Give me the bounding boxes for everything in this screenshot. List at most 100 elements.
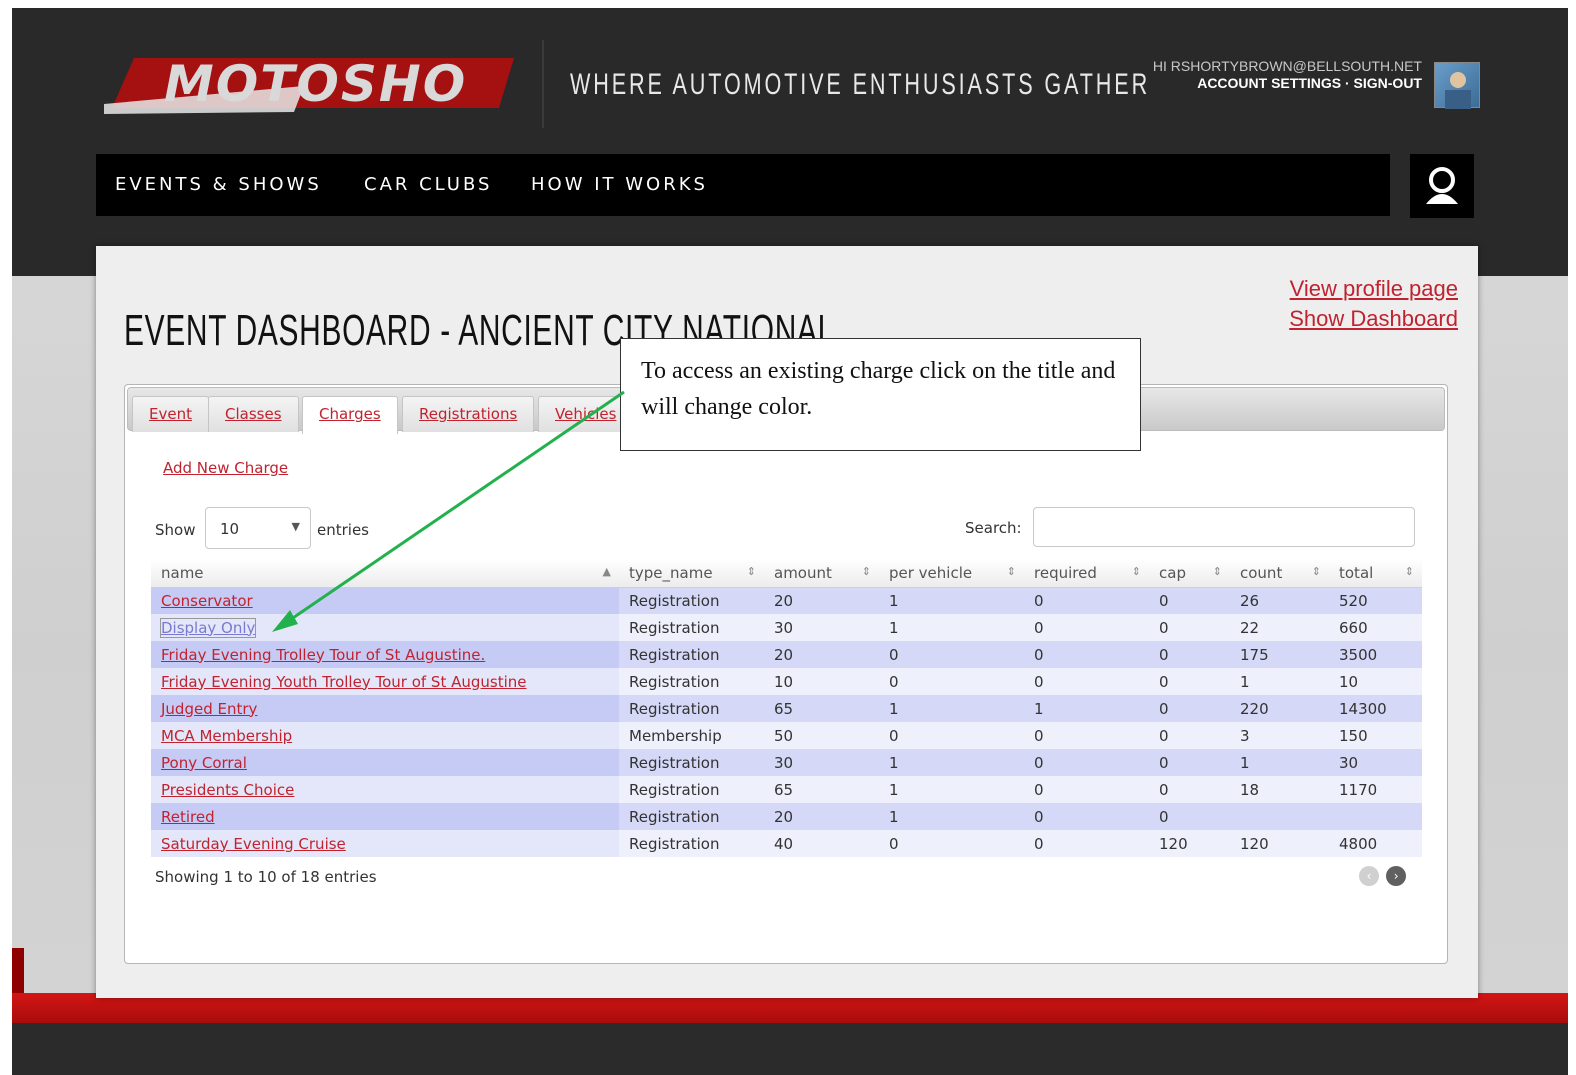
required-cell: 0	[1024, 641, 1149, 668]
required-cell: 0	[1024, 587, 1149, 614]
charge-name-cell: Friday Evening Youth Trolley Tour of St …	[151, 668, 619, 695]
col-total-label: total	[1339, 563, 1374, 582]
per-vehicle-cell: 0	[879, 830, 1024, 857]
type-name-cell: Registration	[619, 830, 764, 857]
amount-cell: 20	[764, 641, 879, 668]
col-amount-label: amount	[774, 563, 832, 582]
charge-name-link[interactable]: Friday Evening Trolley Tour of St August…	[161, 646, 485, 664]
account-menu: HI RSHORTYBROWN@BELLSOUTH.NET ACCOUNT SE…	[1072, 58, 1422, 92]
cap-cell: 0	[1149, 803, 1230, 830]
count-cell: 120	[1230, 830, 1329, 857]
tab-charges[interactable]: Charges	[302, 396, 398, 434]
count-cell: 1	[1230, 749, 1329, 776]
cap-cell: 0	[1149, 695, 1230, 722]
col-name-label: name	[161, 563, 204, 582]
col-type-name-label: type_name	[629, 563, 713, 582]
count-cell: 18	[1230, 776, 1329, 803]
charge-name-link[interactable]: Retired	[161, 808, 215, 826]
total-cell: 520	[1329, 587, 1422, 614]
per-vehicle-cell: 1	[879, 776, 1024, 803]
col-name[interactable]: name ▲	[151, 559, 619, 588]
tab-classes[interactable]: Classes	[208, 396, 299, 432]
entries-select-value: 10	[220, 520, 240, 538]
charge-name-cell: Presidents Choice	[151, 776, 619, 803]
user-photo-icon	[1445, 72, 1471, 109]
previous-page-icon[interactable]: ‹	[1359, 866, 1379, 886]
sort-icon: ⇕	[1212, 565, 1222, 578]
cap-cell: 0	[1149, 749, 1230, 776]
table-row: MCA Membership Membership 50 0 0 0 3 150	[151, 722, 1422, 749]
table-info: Showing 1 to 10 of 18 entries	[155, 868, 377, 886]
add-new-charge-link[interactable]: Add New Charge	[163, 459, 288, 477]
charge-name-link[interactable]: Presidents Choice	[161, 781, 294, 799]
search-input[interactable]	[1033, 507, 1415, 547]
charge-name-link[interactable]: Judged Entry	[161, 700, 257, 718]
sort-icon: ⇕	[1006, 565, 1016, 578]
amount-cell: 65	[764, 695, 879, 722]
dropdown-caret-icon: ▼	[291, 520, 300, 533]
account-settings-link[interactable]: ACCOUNT SETTINGS	[1197, 75, 1341, 91]
sort-asc-icon: ▲	[602, 565, 611, 578]
table-row: Retired Registration 20 1 0 0	[151, 803, 1422, 830]
amount-cell: 10	[764, 668, 879, 695]
charge-name-cell: Friday Evening Trolley Tour of St August…	[151, 641, 619, 668]
total-cell: 3500	[1329, 641, 1422, 668]
search-label: Search:	[965, 519, 1022, 537]
charge-name-link[interactable]: MCA Membership	[161, 727, 292, 745]
user-menu-button[interactable]	[1410, 154, 1474, 218]
per-vehicle-cell: 1	[879, 803, 1024, 830]
cap-cell: 0	[1149, 614, 1230, 641]
per-vehicle-cell: 1	[879, 587, 1024, 614]
nav-how-it-works[interactable]: HOW IT WORKS	[531, 174, 708, 195]
charge-name-cell: Judged Entry	[151, 695, 619, 722]
per-vehicle-cell: 1	[879, 749, 1024, 776]
col-count[interactable]: count ⇕	[1230, 559, 1329, 588]
col-per-vehicle-label: per vehicle	[889, 563, 973, 582]
charges-box: Event Classes Charges Registrations Vehi…	[124, 384, 1448, 964]
cap-cell: 0	[1149, 668, 1230, 695]
col-cap[interactable]: cap ⇕	[1149, 559, 1230, 588]
sign-out-link[interactable]: SIGN-OUT	[1354, 75, 1422, 91]
col-required[interactable]: required ⇕	[1024, 559, 1149, 588]
show-dashboard-link[interactable]: Show Dashboard	[1289, 306, 1458, 332]
main-nav: EVENTS & SHOWS CAR CLUBS HOW IT WORKS	[96, 154, 1390, 216]
table-row: Friday Evening Trolley Tour of St August…	[151, 641, 1422, 668]
entries-select[interactable]: 10 ▼	[205, 507, 311, 549]
sort-icon: ⇕	[1404, 565, 1414, 578]
total-cell: 660	[1329, 614, 1422, 641]
tab-registrations[interactable]: Registrations	[402, 396, 535, 432]
charge-name-link[interactable]: Conservator	[161, 592, 253, 610]
nav-car-clubs[interactable]: CAR CLUBS	[364, 174, 492, 195]
charge-name-cell: Saturday Evening Cruise	[151, 830, 619, 857]
type-name-cell: Registration	[619, 695, 764, 722]
sort-icon: ⇕	[861, 565, 871, 578]
sort-icon: ⇕	[1131, 565, 1141, 578]
charge-name-cell: Pony Corral	[151, 749, 619, 776]
total-cell: 10	[1329, 668, 1422, 695]
type-name-cell: Registration	[619, 668, 764, 695]
tab-event[interactable]: Event	[132, 396, 209, 432]
avatar[interactable]	[1434, 62, 1480, 109]
per-vehicle-cell: 0	[879, 641, 1024, 668]
col-total[interactable]: total ⇕	[1329, 559, 1422, 588]
col-per-vehicle[interactable]: per vehicle ⇕	[879, 559, 1024, 588]
total-cell: 14300	[1329, 695, 1422, 722]
next-page-icon[interactable]: ›	[1386, 866, 1407, 886]
charge-name-link[interactable]: Display Only	[159, 617, 257, 638]
charge-name-link[interactable]: Pony Corral	[161, 754, 247, 772]
view-profile-link[interactable]: View profile page	[1290, 276, 1458, 302]
charge-name-link[interactable]: Saturday Evening Cruise	[161, 835, 346, 853]
col-amount[interactable]: amount ⇕	[764, 559, 879, 588]
charge-name-link[interactable]: Friday Evening Youth Trolley Tour of St …	[161, 673, 527, 691]
nav-events-shows[interactable]: EVENTS & SHOWS	[115, 174, 322, 195]
table-row: Conservator Registration 20 1 0 0 26 520	[151, 587, 1422, 614]
amount-cell: 30	[764, 749, 879, 776]
amount-cell: 20	[764, 803, 879, 830]
col-cap-label: cap	[1159, 563, 1186, 582]
total-cell: 30	[1329, 749, 1422, 776]
motosho-logo[interactable]: MOTOSHO	[104, 46, 524, 116]
col-type-name[interactable]: type_name ⇕	[619, 559, 764, 588]
table-row: Presidents Choice Registration 65 1 0 0 …	[151, 776, 1422, 803]
type-name-cell: Membership	[619, 722, 764, 749]
type-name-cell: Registration	[619, 776, 764, 803]
